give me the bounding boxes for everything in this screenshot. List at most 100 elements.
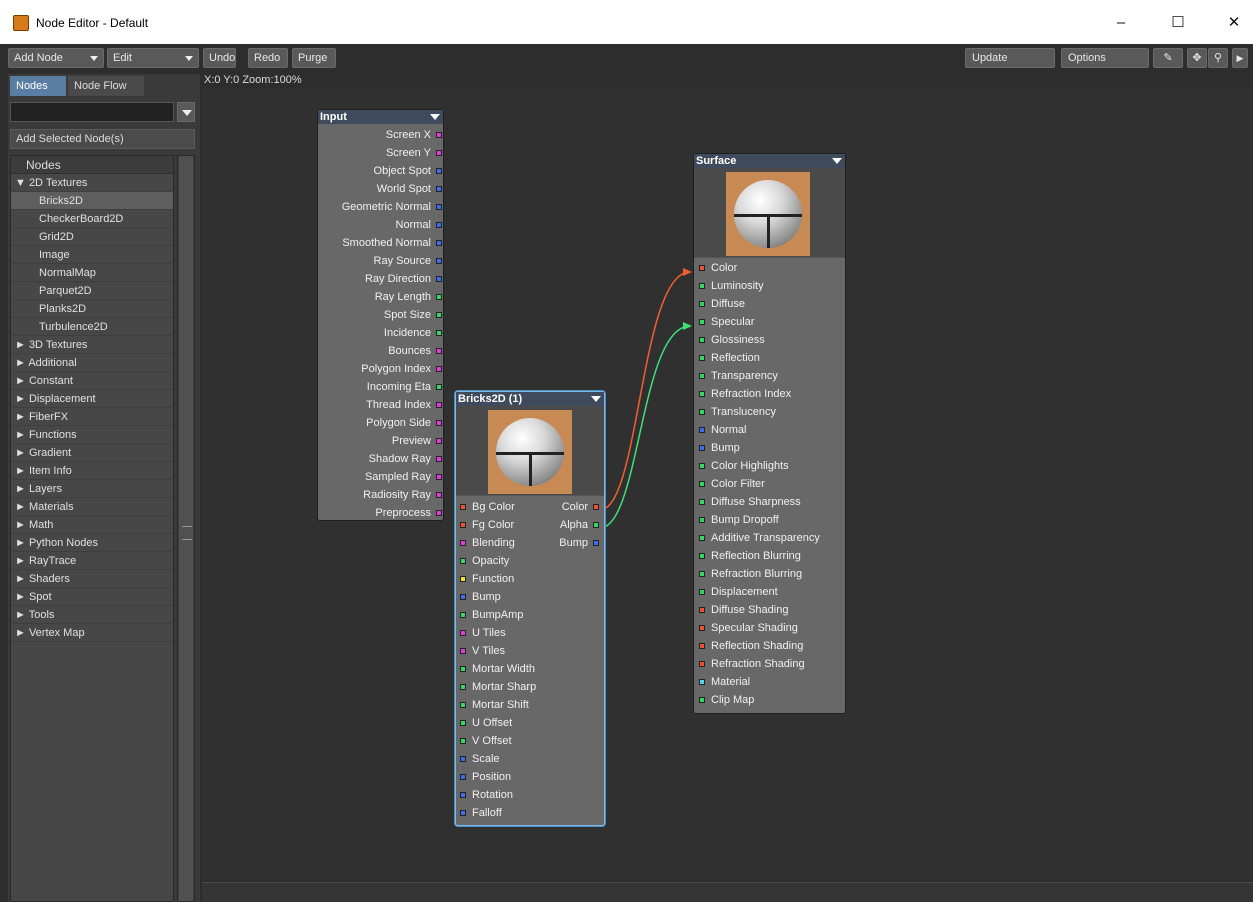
input-port[interactable]: Additive Transparency [711,529,820,547]
output-port[interactable]: Thread Index [366,396,431,414]
port-connector-icon[interactable] [436,420,442,426]
port-connector-icon[interactable] [460,792,466,798]
input-port[interactable]: Function [472,570,514,588]
port-connector-icon[interactable] [699,355,705,361]
input-port[interactable]: Color Highlights [711,457,789,475]
input-port[interactable]: Reflection [711,349,760,367]
port-connector-icon[interactable] [460,774,466,780]
tree-item[interactable]: Grid2D [11,228,173,246]
input-port[interactable]: Opacity [472,552,509,570]
port-connector-icon[interactable] [460,504,466,510]
tree-category[interactable]: ► Gradient [11,444,173,462]
input-port[interactable]: U Tiles [472,624,506,642]
tree-category[interactable]: ► Layers [11,480,173,498]
port-connector-icon[interactable] [436,222,442,228]
input-port[interactable]: Blending [472,534,515,552]
chevron-down-icon[interactable] [832,158,842,164]
pen-icon[interactable]: ✎ [1153,48,1183,68]
input-port[interactable]: Falloff [472,804,502,822]
port-connector-icon[interactable] [436,348,442,354]
input-port[interactable]: Position [472,768,511,786]
port-connector-icon[interactable] [699,283,705,289]
tab-nodes[interactable]: Nodes [10,76,66,96]
output-port[interactable]: Incoming Eta [367,378,431,396]
tab-node-flow[interactable]: Node Flow [68,76,144,96]
input-port[interactable]: Specular [711,313,754,331]
node-input[interactable]: Input Screen X Screen Y Object Spot World S… [317,109,444,521]
port-connector-icon[interactable] [460,756,466,762]
tree-category[interactable]: ► Displacement [11,390,173,408]
port-connector-icon[interactable] [699,319,705,325]
minimize-button[interactable]: – [1106,10,1136,36]
output-port[interactable]: Ray Source [374,252,431,270]
port-connector-icon[interactable] [436,456,442,462]
port-connector-icon[interactable] [699,481,705,487]
port-connector-icon[interactable] [593,540,599,546]
chevron-down-icon[interactable] [430,114,440,120]
output-port[interactable]: Polygon Index [361,360,431,378]
input-port[interactable]: U Offset [472,714,512,732]
input-port[interactable]: V Tiles [472,642,505,660]
tree-category[interactable]: ▼ 2D Textures [11,174,173,192]
tree-category[interactable]: ► Python Nodes [11,534,173,552]
port-connector-icon[interactable] [699,553,705,559]
output-port[interactable]: Bounces [388,342,431,360]
input-port[interactable]: Mortar Shift [472,696,529,714]
port-connector-icon[interactable] [699,535,705,541]
port-connector-icon[interactable] [460,540,466,546]
port-connector-icon[interactable] [460,810,466,816]
port-connector-icon[interactable] [699,661,705,667]
output-port[interactable]: Incidence [384,324,431,342]
tree-category[interactable]: ► Vertex Map [11,624,173,642]
output-port[interactable]: Preview [392,432,431,450]
input-port[interactable]: Luminosity [711,277,764,295]
tree-category[interactable]: ► Shaders [11,570,173,588]
add-selected-nodes-button[interactable]: Add Selected Node(s) [10,129,195,149]
input-port[interactable]: Mortar Width [472,660,535,678]
input-port[interactable]: Bump Dropoff [711,511,779,529]
input-port[interactable]: Reflection Blurring [711,547,801,565]
input-port[interactable]: Transparency [711,367,778,385]
node-bricks2d[interactable]: Bricks2D (1) Bg Color Fg Color Blending Opa… [455,391,605,826]
input-port[interactable]: Bg Color [472,498,515,516]
port-connector-icon[interactable] [699,517,705,523]
port-connector-icon[interactable] [436,204,442,210]
port-connector-icon[interactable] [460,612,466,618]
port-connector-icon[interactable] [436,312,442,318]
input-port[interactable]: Scale [472,750,500,768]
tree-category[interactable]: ► Functions [11,426,173,444]
port-connector-icon[interactable] [699,697,705,703]
tree-item[interactable]: Turbulence2D [11,318,173,336]
port-connector-icon[interactable] [436,510,442,516]
port-connector-icon[interactable] [460,738,466,744]
port-connector-icon[interactable] [436,294,442,300]
input-port[interactable]: Normal [711,421,746,439]
port-connector-icon[interactable] [699,427,705,433]
input-port[interactable]: Fg Color [472,516,514,534]
port-connector-icon[interactable] [593,504,599,510]
port-connector-icon[interactable] [436,438,442,444]
tree-item[interactable]: Image [11,246,173,264]
redo-button[interactable]: Redo [248,48,288,68]
port-connector-icon[interactable] [699,373,705,379]
tree-category[interactable]: ► Materials [11,498,173,516]
input-port[interactable]: V Offset [472,732,512,750]
close-button[interactable]: ✕ [1219,10,1249,36]
output-port[interactable]: Ray Length [375,288,431,306]
search-dropdown-button[interactable] [177,102,195,122]
tree-category[interactable]: ► Spot [11,588,173,606]
add-node-dropdown[interactable]: Add Node [8,48,104,68]
port-connector-icon[interactable] [699,463,705,469]
output-port[interactable]: Sampled Ray [365,468,431,486]
port-connector-icon[interactable] [699,499,705,505]
node-surface[interactable]: Surface Color Luminosity Diffuse Specular Gl… [693,153,846,714]
input-port[interactable]: Diffuse Shading [711,601,788,619]
port-connector-icon[interactable] [436,168,442,174]
zoom-icon[interactable]: ⚲ [1208,48,1228,68]
input-port[interactable]: Bump [711,439,740,457]
tree-category[interactable]: ► RayTrace [11,552,173,570]
input-port[interactable]: Color Filter [711,475,765,493]
port-connector-icon[interactable] [699,445,705,451]
port-connector-icon[interactable] [436,330,442,336]
node-header[interactable]: Bricks2D (1) [456,392,604,406]
